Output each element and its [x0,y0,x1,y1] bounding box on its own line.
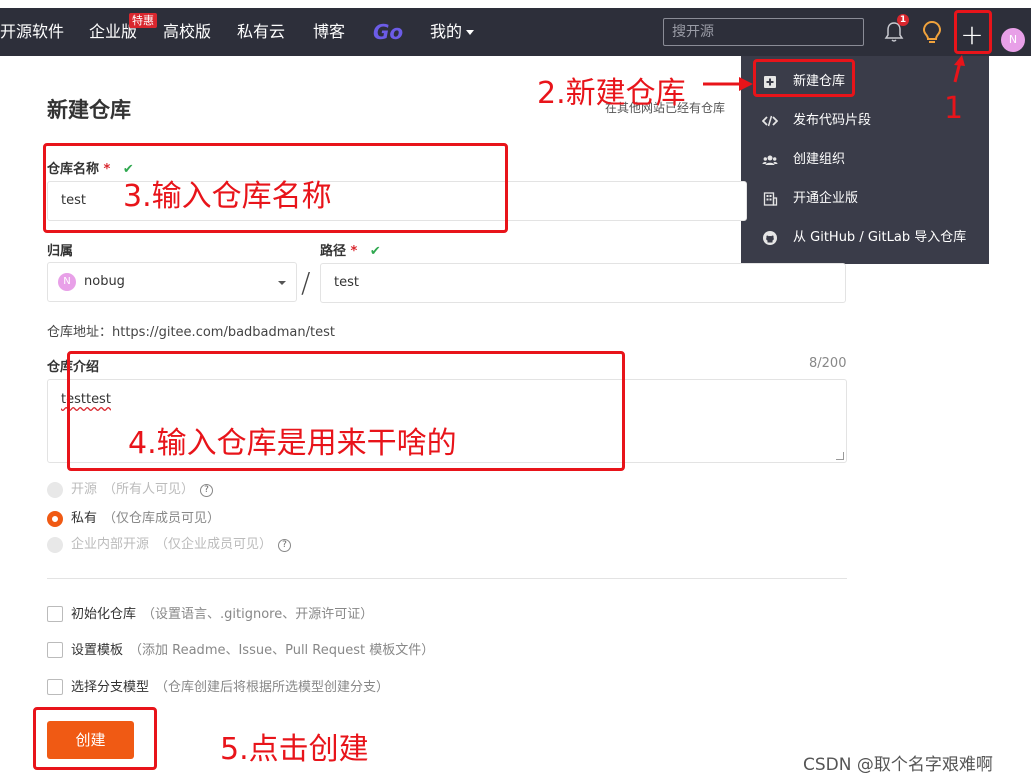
checkbox-label: 初始化仓库 （设置语言、.gitignore、开源许可证） [71,606,373,624]
divider [47,578,847,579]
annotation-step-5: 5.点击创建 [220,732,369,767]
annotation-arrow-up-icon [953,55,965,83]
check-icon: ✔ [369,244,381,259]
nav-mine-label: 我的 [430,22,463,41]
checkbox-label-text: 设置模板 [71,643,124,658]
checkbox[interactable] [47,606,63,622]
radio-label-text: 企业内部开源 [71,537,150,552]
help-icon[interactable]: ? [200,484,214,497]
checkbox-label-text: 初始化仓库 [71,607,137,622]
notification-count-badge: 1 [897,14,909,26]
path-label: 路径 * ✔ [320,240,381,259]
github-icon [763,231,777,245]
annotation-box-create [33,707,157,770]
radio-button[interactable] [47,537,63,553]
repo-address: 仓库地址：https://gitee.com/badbadman/test [47,325,335,340]
nav-private-cloud[interactable]: 私有云 [237,8,285,56]
radio-sub-text: （所有人可见） [103,482,195,497]
page-title: 新建仓库 [47,98,131,122]
chevron-down-icon [278,281,286,285]
checkbox-label: 设置模板 （添加 Readme、Issue、Pull Request 模板文件） [71,642,434,660]
nav-blog[interactable]: 博客 [313,8,345,56]
lightbulb-icon[interactable] [922,20,942,44]
radio-label: 私有 （仅仓库成员可见） [71,510,220,528]
owner-label: 归属 [47,244,74,259]
owner-avatar: N [58,273,76,291]
resize-handle-icon[interactable] [836,452,844,460]
path-separator: / [301,266,311,299]
enterprise-promo-badge: 特惠 [129,13,157,28]
radio-label-text: 私有 [71,511,98,526]
checkbox-label-text: 选择分支模型 [71,680,150,695]
nav-education[interactable]: 高校版 [163,8,211,56]
annotation-step-4: 4.输入仓库是用来干啥的 [128,426,457,461]
annotation-step-1: 1 [944,91,964,126]
owner-select[interactable]: N nobug [47,262,297,302]
nav-open-source[interactable]: 开源软件 [0,8,64,56]
owner-select-value: nobug [84,274,125,289]
path-input[interactable]: test [320,263,846,303]
checkbox[interactable] [47,679,63,695]
required-mark: * [350,244,358,259]
radio-sub-text: （仅企业成员可见） [155,537,273,552]
annotation-step-3: 3.输入仓库名称 [123,179,332,214]
menu-item-import-repo[interactable]: 从 GitHub / GitLab 导入仓库 [741,218,989,257]
building-icon [763,192,778,206]
path-label-text: 路径 [320,244,347,259]
annotation-box-plus [954,10,992,54]
menu-item-label: 从 GitHub / GitLab 导入仓库 [793,230,967,245]
menu-item-enterprise[interactable]: 开通企业版 [741,179,989,218]
radio-button[interactable] [47,482,63,498]
checkbox[interactable] [47,642,63,658]
nav-mine-menu[interactable]: 我的 [430,8,475,56]
watermark: CSDN @取个名字艰难啊 [803,755,993,775]
checkbox-sub-text: （设置语言、.gitignore、开源许可证） [142,607,374,622]
menu-item-new-org[interactable]: 创建组织 [741,140,989,179]
checkbox-sub-text: （仓库创建后将根据所选模型创建分支） [155,680,390,695]
menu-item-label: 创建组织 [793,152,846,167]
intro-char-counter: 8/200 [809,356,847,371]
radio-sub-text: （仅仓库成员可见） [103,511,221,526]
checkbox-sub-text: （添加 Readme、Issue、Pull Request 模板文件） [129,643,435,658]
checkbox-label: 选择分支模型 （仓库创建后将根据所选模型创建分支） [71,679,389,697]
code-icon [762,115,778,127]
search-input[interactable] [663,18,864,46]
top-nav-bar: 开源软件 企业版 特惠 高校版 私有云 博客 Go 我的 1 + N [0,8,1031,56]
annotation-arrow-right-icon [703,77,753,91]
radio-label: 开源 （所有人可见）? [71,481,214,499]
chevron-down-icon [466,30,475,35]
radio-label-text: 开源 [71,482,98,497]
annotation-box-new-repo [753,59,855,97]
radio-button-selected[interactable] [47,511,63,527]
nav-go-logo[interactable]: Go [373,8,403,56]
radio-label: 企业内部开源 （仅企业成员可见）? [71,536,292,554]
avatar[interactable]: N [1001,28,1025,52]
menu-item-label: 发布代码片段 [793,113,872,128]
help-icon[interactable]: ? [278,539,292,552]
menu-item-label: 开通企业版 [793,191,859,206]
users-icon [762,155,778,165]
annotation-step-2: 2.新建仓库 [537,76,686,111]
